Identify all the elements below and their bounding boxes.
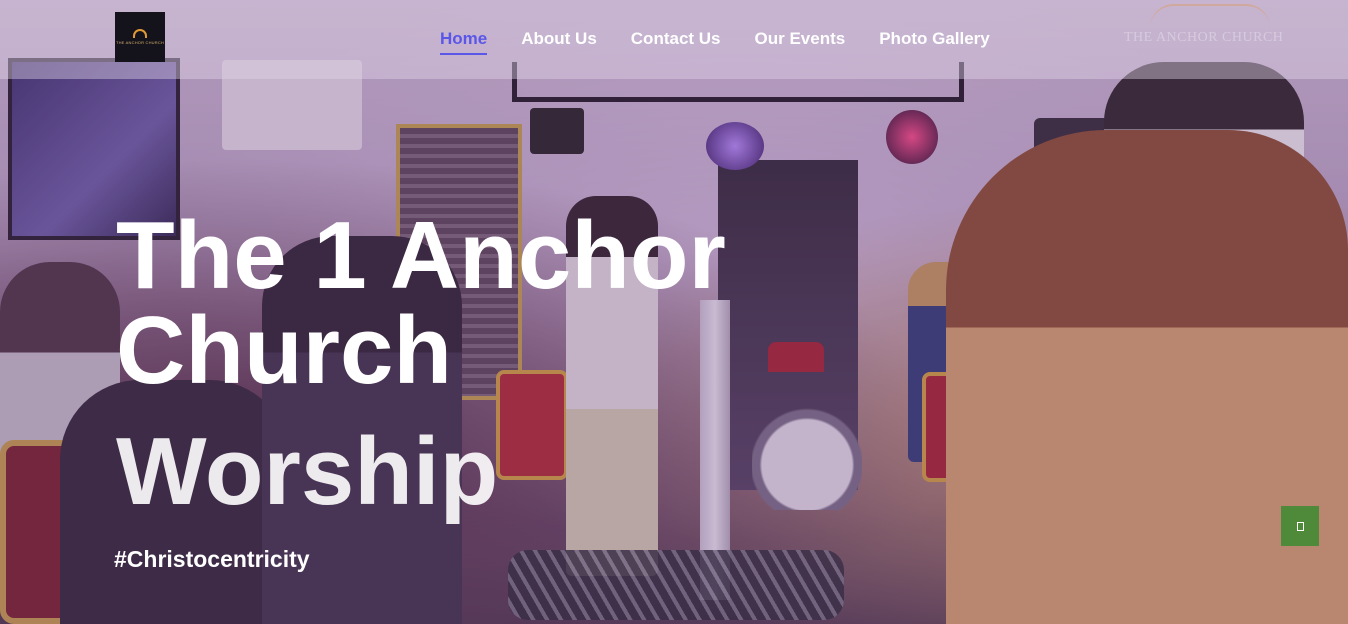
hero-section: The Anchor Church Home About Us Contact … [0, 0, 1348, 624]
watermark-logo: The Anchor Church [1124, 30, 1284, 45]
nav-about-us[interactable]: About Us [521, 30, 597, 55]
nav-contact-us[interactable]: Contact Us [631, 30, 721, 55]
back-to-top-button[interactable] [1281, 506, 1319, 546]
site-header: The Anchor Church Home About Us Contact … [0, 0, 1348, 79]
hero-title: The 1 Anchor Church [116, 202, 726, 404]
site-logo[interactable]: The Anchor Church [115, 12, 165, 62]
watermark-roof [1150, 4, 1270, 28]
nav-our-events[interactable]: Our Events [755, 30, 846, 55]
nav-home[interactable]: Home [440, 30, 488, 55]
hero-tagline: #Christocentricity [114, 546, 310, 572]
nav-photo-gallery[interactable]: Photo Gallery [879, 30, 990, 55]
logo-text: The Anchor Church [115, 40, 165, 45]
square-icon [1296, 521, 1304, 531]
anchor-roof-icon [133, 29, 147, 38]
main-nav: Home About Us Contact Us Our Events Phot… [440, 30, 990, 55]
hero-title-secondary: Worship [116, 418, 499, 525]
